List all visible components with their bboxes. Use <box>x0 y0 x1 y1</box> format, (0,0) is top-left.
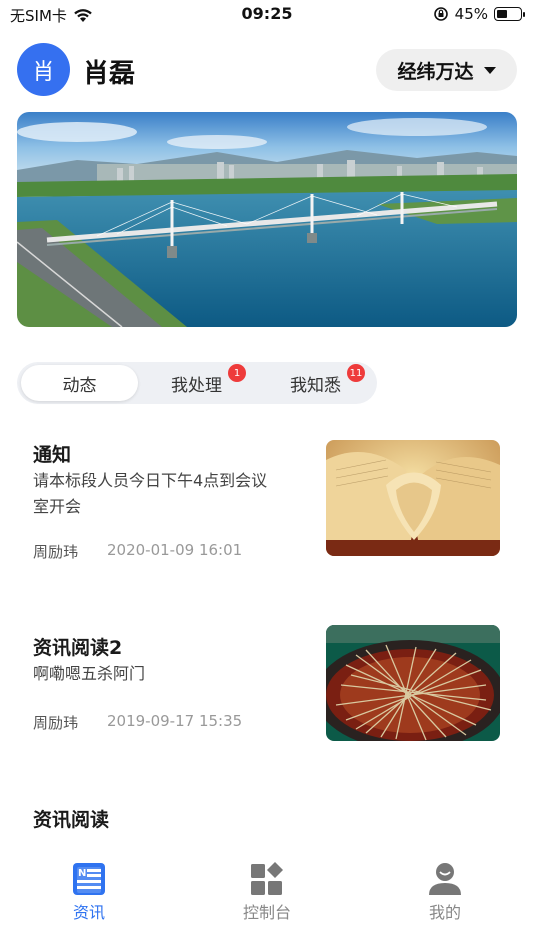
tab-dynamics[interactable]: 动态 <box>21 365 138 401</box>
list-item[interactable]: 资讯阅读2 啊嘞嗯五杀阿门 周励玮 2019-09-17 15:35 <box>33 625 500 745</box>
tab-label: 我知悉 <box>290 375 341 396</box>
book-photo <box>326 440 500 556</box>
orientation-lock-icon <box>433 7 448 21</box>
nav-label: 控制台 <box>242 903 291 922</box>
news-summary: 啊嘞嗯五杀阿门 <box>33 664 146 683</box>
news-icon: N <box>73 863 105 895</box>
dashboard-icon <box>251 862 283 895</box>
news-summary: 请本标段人员今日下午4点到会议室开会 <box>33 471 268 516</box>
nav-label: 资讯 <box>72 903 105 922</box>
project-name: 经纬万达 <box>397 60 474 83</box>
status-bar: 无SIM卡 09:25 45% <box>0 0 534 30</box>
svg-text:N: N <box>78 868 86 879</box>
caret-down-icon <box>483 66 496 74</box>
battery-level <box>497 10 507 18</box>
segment-tabs: 动态 我处理 1 我知悉 11 <box>17 362 377 404</box>
count-badge: 1 <box>228 364 246 382</box>
tab-to-know[interactable]: 我知悉 11 <box>257 364 374 401</box>
count-badge: 11 <box>347 364 365 382</box>
project-selector[interactable]: 经纬万达 <box>376 49 517 91</box>
nav-label: 我的 <box>428 903 461 922</box>
news-title: 通知 <box>33 444 72 466</box>
nav-item-news[interactable]: N 资讯 <box>39 861 139 923</box>
news-thumbnail <box>326 625 500 741</box>
bottom-nav: N 资讯 控制台 我的 <box>0 838 534 950</box>
bridge-photo <box>17 112 517 327</box>
header: 肖 肖磊 经纬万达 <box>17 43 517 97</box>
news-title: 资讯阅读2 <box>33 637 123 659</box>
battery-percent: 45% <box>454 5 488 23</box>
news-date: 2020-01-09 16:01 <box>107 541 243 559</box>
nav-item-dashboard[interactable]: 控制台 <box>217 861 317 923</box>
list-item[interactable]: 通知 请本标段人员今日下午4点到会议室开会 周励玮 2020-01-09 16:… <box>33 440 500 561</box>
news-thumbnail <box>326 440 500 556</box>
news-author: 周励玮 <box>33 543 79 561</box>
tab-label: 我处理 <box>171 375 222 396</box>
battery-icon <box>494 7 525 21</box>
skewers-photo <box>326 625 500 741</box>
nav-item-profile[interactable]: 我的 <box>395 861 495 923</box>
tab-to-handle[interactable]: 我处理 1 <box>138 364 255 401</box>
user-name: 肖磊 <box>83 59 136 89</box>
profile-icon <box>429 863 461 895</box>
news-title: 资讯阅读 <box>33 809 110 831</box>
avatar[interactable]: 肖 <box>17 43 70 96</box>
news-date: 2019-09-17 15:35 <box>107 712 243 730</box>
tab-label: 动态 <box>62 375 97 396</box>
news-author: 周励玮 <box>33 714 79 732</box>
banner-image[interactable] <box>17 112 517 327</box>
